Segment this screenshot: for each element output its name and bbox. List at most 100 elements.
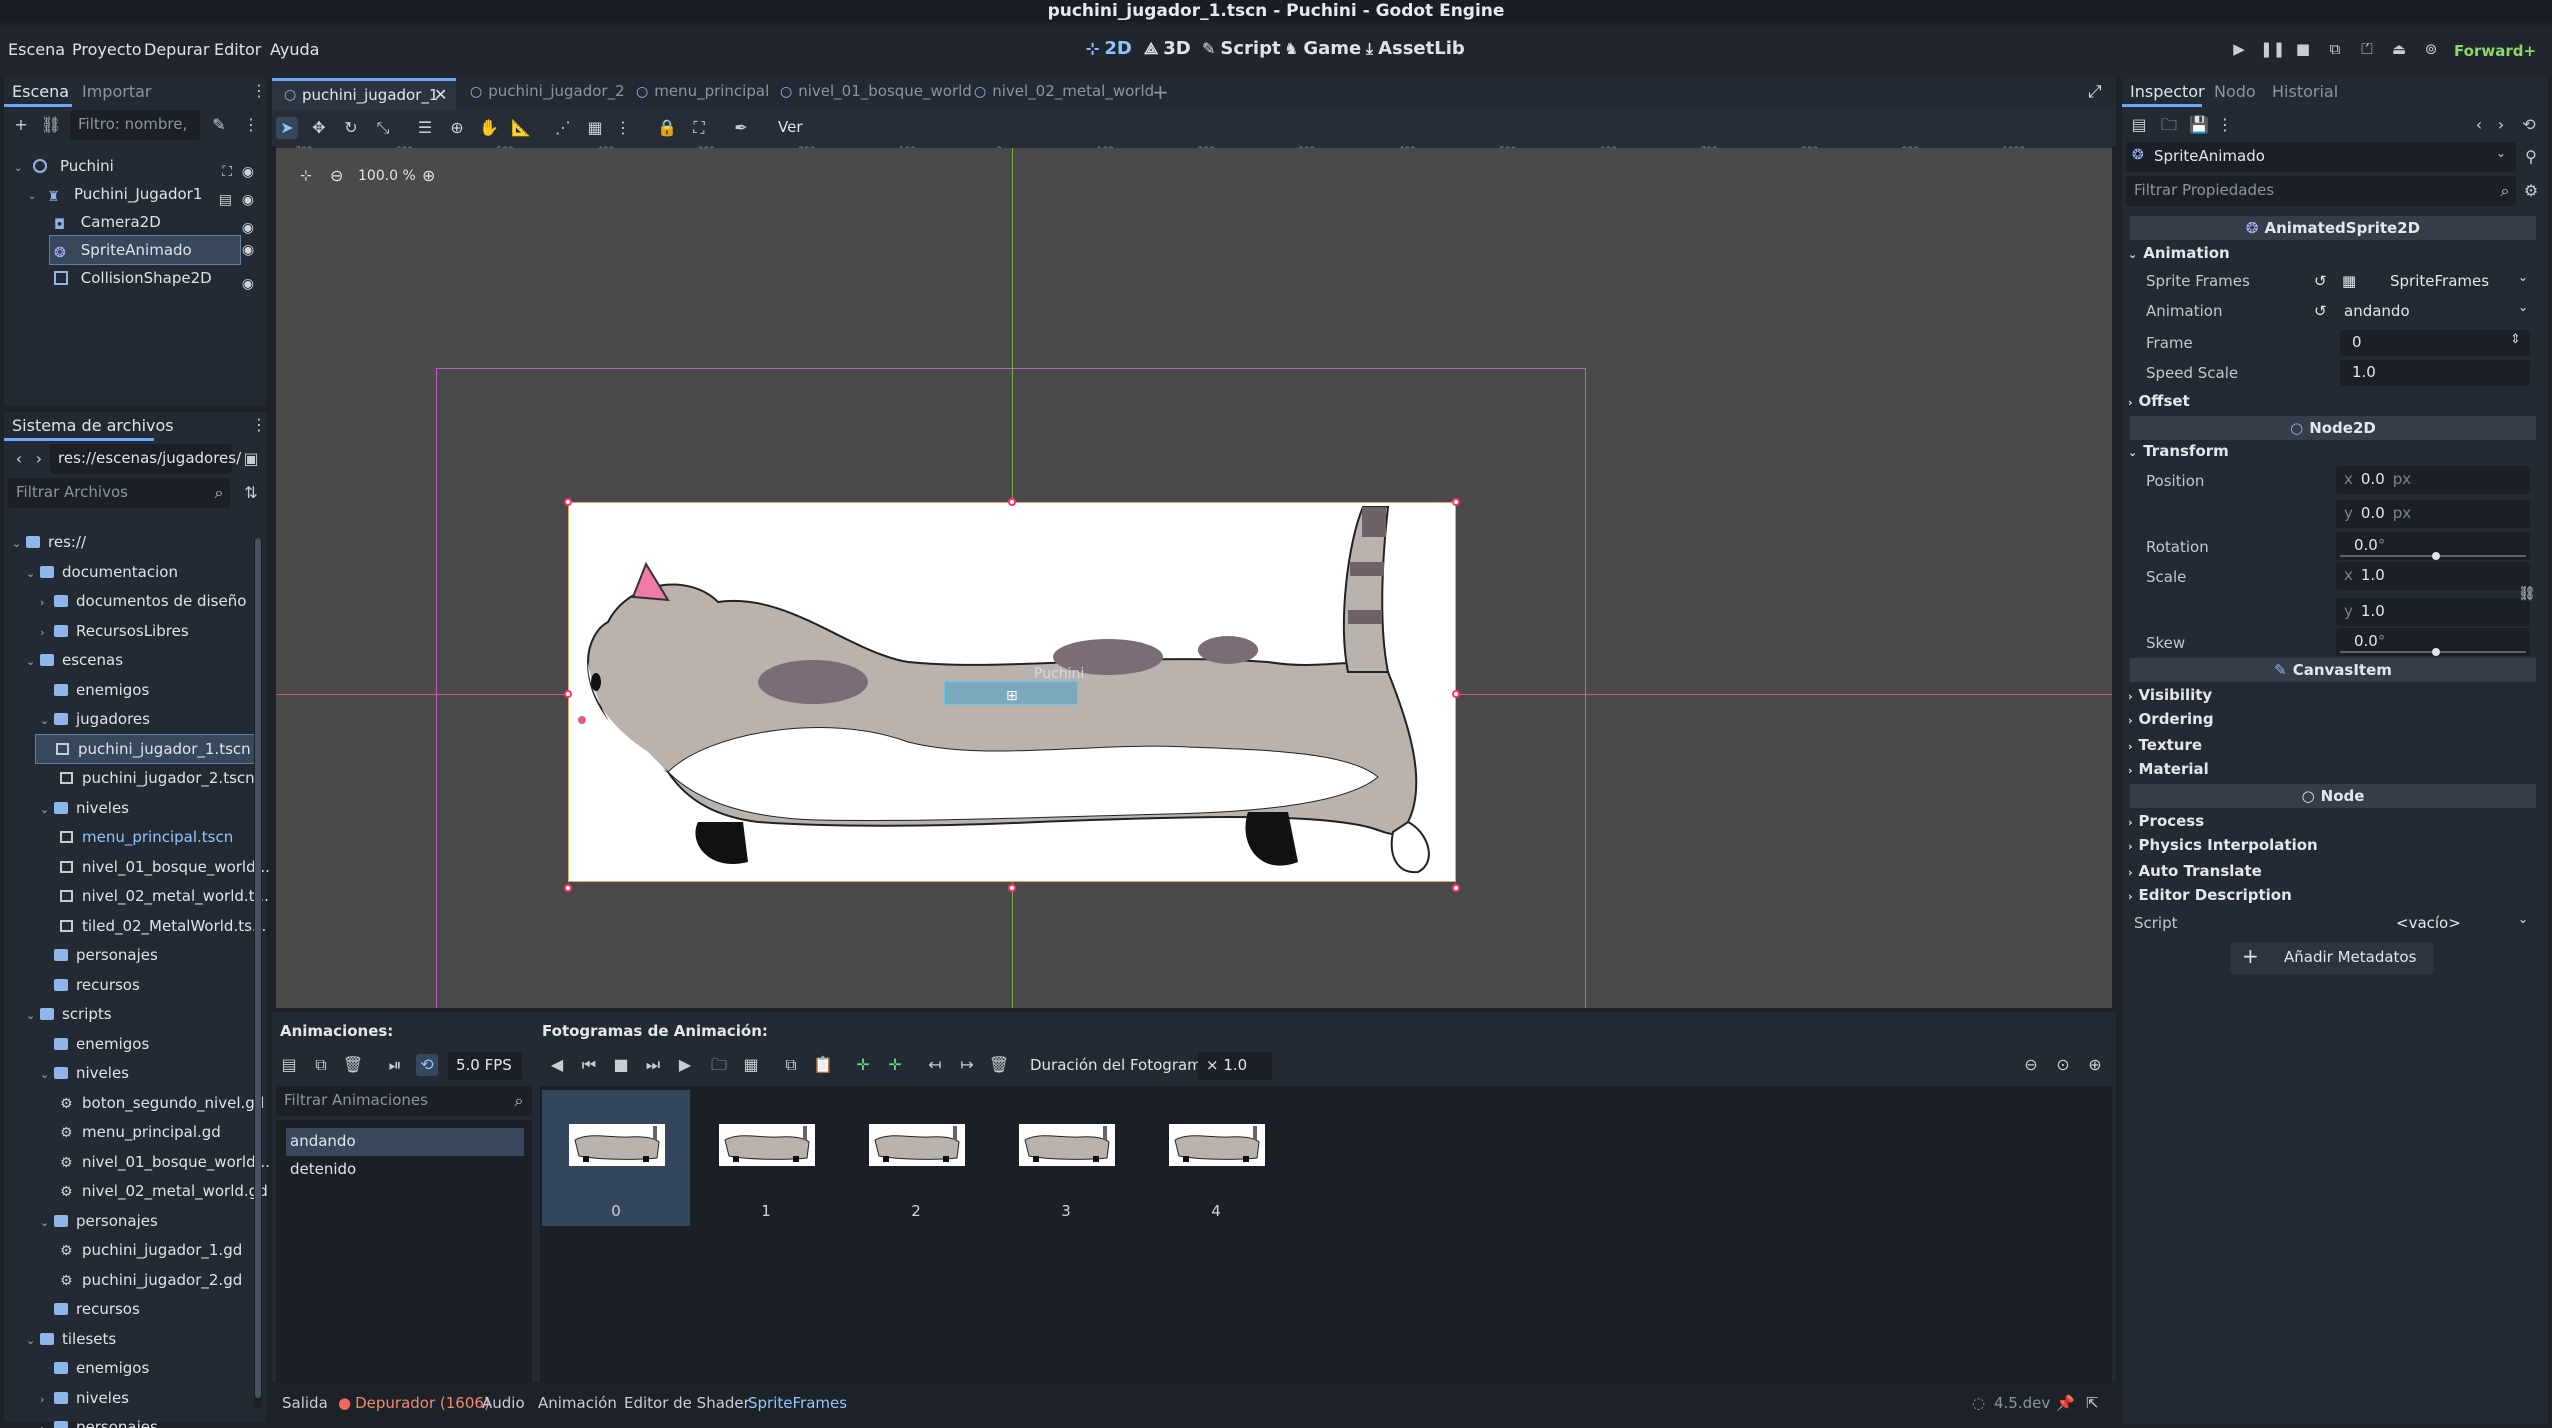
handle-r[interactable] [1452,690,1460,698]
file-item[interactable]: › personajes [8,1413,254,1428]
file-item[interactable]: recursos [8,971,254,999]
paste-frame-icon[interactable]: 📋 [812,1054,834,1076]
tree-row-spriteanimado[interactable]: ❂ SpriteAnimado [49,235,241,265]
load-frame-icon[interactable]: 🗀 [708,1054,730,1076]
file-item[interactable]: › RecursosLibres [8,617,254,645]
pivot-tool-icon[interactable]: ⊕ [446,117,468,139]
add-metadata-button[interactable]: + Añadir Metadatos [2230,942,2434,974]
group-animation[interactable]: ⌄ Animation [2128,244,2230,262]
group-visibility[interactable]: › Visibility [2128,686,2212,704]
loop-icon[interactable]: ⟲ [416,1054,438,1076]
open-resource-icon[interactable]: 🗀 [2158,114,2180,136]
chevron-down-icon[interactable]: ⌄ [26,1327,40,1355]
prop-animation-value[interactable]: andando [2344,302,2410,320]
split-view-icon[interactable]: ▣ [240,448,262,470]
stop-icon[interactable]: ■ [610,1054,632,1076]
script-attach-icon[interactable]: ✎ [208,114,230,136]
chevron-down-icon[interactable]: ⌄ [40,1061,54,1089]
file-item[interactable]: ⌄ escenas [8,646,254,674]
chevron-right-icon[interactable]: › [40,1386,54,1414]
group-transform[interactable]: ⌄ Transform [2128,442,2229,460]
prop-frame-input[interactable]: 0 ⇕ [2340,330,2530,356]
move-left-icon[interactable]: ↤ [924,1054,946,1076]
link-icon[interactable]: ⛓ [40,114,62,136]
autoplay-icon[interactable]: ⏯ [384,1054,406,1076]
tree-row-camera2d[interactable]: ◘ Camera2D ◉ [4,208,266,236]
duplicate-animation-icon[interactable]: ⧉ [310,1054,332,1076]
history-forward-icon[interactable]: › [2490,114,2512,136]
animation-frame[interactable]: 1 [692,1090,840,1226]
file-item[interactable]: ⌄ scripts [8,1000,254,1028]
file-item[interactable]: recursos [8,1295,254,1323]
group-icon[interactable]: ⛶ [688,117,710,139]
prop-position-y[interactable]: y 0.0 px [2336,500,2530,528]
expand-panel-icon[interactable]: ⇱ [2086,1394,2099,1412]
smart-snap-icon[interactable]: ⋰ [552,117,574,139]
file-item[interactable]: ⌄ niveles [8,794,254,822]
node-selector[interactable]: ❂ SpriteAnimado ⌄ [2126,142,2516,172]
file-item[interactable]: ⌄ personajes [8,1207,254,1235]
tab-historial[interactable]: Historial [2272,82,2338,101]
dock-menu-icon[interactable]: ⋮ [248,80,270,102]
rotate-tool-icon[interactable]: ↻ [340,117,362,139]
handle-b[interactable] [1008,884,1016,892]
resource-options-icon[interactable]: ⋮ [2214,114,2236,136]
center-view-icon[interactable]: ⊹ [300,168,312,184]
menu-editor[interactable]: Editor [214,40,261,59]
back-icon[interactable]: ‹ [8,448,30,470]
tab-nivel-01-bosque-world[interactable]: ○ nivel_01_bosque_world [780,81,972,109]
add-tab-icon[interactable]: + [1152,80,1169,104]
visibility-eye-icon[interactable]: ◉ [242,270,254,298]
zoom-in-icon[interactable]: ⊕ [2084,1054,2106,1076]
scrollbar-thumb[interactable] [255,538,261,1398]
tab-salida[interactable]: Salida [282,1394,328,1412]
handle-l[interactable] [564,690,572,698]
chevron-down-icon[interactable]: ⌄ [40,707,54,735]
filesystem-scrollbar[interactable] [254,538,262,1408]
insert-after-icon[interactable]: ✛ [884,1054,906,1076]
doc-help-icon[interactable]: ⚲ [2520,146,2542,168]
new-resource-icon[interactable]: ▤ [2128,114,2150,136]
animation-filter-input[interactable] [276,1086,532,1116]
tab-inspector[interactable]: Inspector [2130,82,2205,101]
menu-depurar[interactable]: Depurar [144,40,209,59]
zoom-out-icon[interactable]: ⊖ [2020,1054,2042,1076]
file-item[interactable]: ⌄ tilesets [8,1325,254,1353]
view-menu[interactable]: Ver [778,118,803,136]
property-filter-field[interactable] [2134,181,2508,199]
file-item[interactable]: ⌄ documentacion [8,558,254,586]
ruler-tool-icon[interactable]: 📐 [510,117,532,139]
menu-proyecto[interactable]: Proyecto [72,40,142,59]
scene-options-icon[interactable]: ⋮ [240,114,262,136]
sort-icon[interactable]: ⇅ [240,482,262,504]
chevron-down-icon[interactable]: ⌄ [26,560,40,588]
files-filter-field[interactable] [16,483,222,501]
play-backwards-start-icon[interactable]: ⏮ [578,1054,600,1076]
prop-sprite-frames-value[interactable]: SpriteFrames [2390,272,2489,290]
workspace-3d-button[interactable]: ⟁ 3D [1144,38,1191,59]
dock-menu-icon[interactable]: ⋮ [248,414,270,436]
play-icon[interactable]: ▶ [674,1054,696,1076]
scene-filter-input[interactable] [70,110,200,140]
tab-escena[interactable]: Escena [12,82,69,101]
play-scene-icon[interactable]: ⏍ [2356,40,2378,62]
bone-tool-icon[interactable]: ✒ [730,117,752,139]
prop-scale-x[interactable]: x 1.0 [2336,562,2530,590]
movie-maker-icon[interactable]: ⊚ [2420,40,2442,62]
pause-icon[interactable]: ❚❚ [2260,40,2285,62]
animation-filter-field[interactable] [284,1091,524,1109]
group-physics-interpolation[interactable]: › Physics Interpolation [2128,836,2318,854]
lock-icon[interactable]: 🔒 [656,117,678,139]
file-item[interactable]: personajes [8,941,254,969]
pan-tool-icon[interactable]: ✋ [478,117,500,139]
delete-frame-icon[interactable]: 🗑 [988,1054,1010,1076]
pin-icon[interactable]: 📌 [2056,1394,2075,1412]
spin-arrows-icon[interactable]: ⇕ [2510,332,2521,347]
link-scale-icon[interactable]: ⛓ [2518,586,2536,602]
file-item[interactable]: nivel_02_metal_world.t... [8,882,269,910]
object-history-icon[interactable]: ⟲ [2518,114,2540,136]
file-item[interactable]: ⚙ menu_principal.gd [8,1118,254,1146]
frame-duration-input[interactable]: × 1.0 [1198,1052,1272,1080]
menu-ayuda[interactable]: Ayuda [270,40,319,59]
list-select-icon[interactable]: ☰ [414,117,436,139]
